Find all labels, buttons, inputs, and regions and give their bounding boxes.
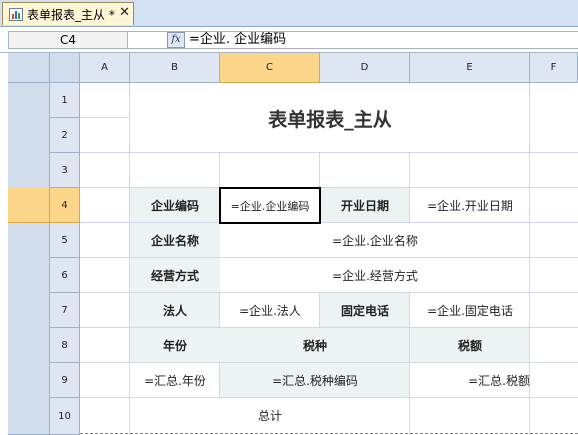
row-header-9[interactable]: 9 bbox=[50, 363, 80, 398]
bar-chart-icon bbox=[9, 7, 23, 21]
column-header-a[interactable]: A bbox=[80, 53, 130, 83]
column-header-e[interactable]: E bbox=[410, 53, 530, 83]
row-header-4[interactable]: 4 bbox=[50, 188, 80, 223]
value-year[interactable]: =汇总.年份 bbox=[130, 363, 220, 398]
row-header-1[interactable]: 1 bbox=[50, 83, 80, 118]
document-tab-title: 表单报表_主从 * bbox=[27, 7, 115, 22]
row-header-7[interactable]: 7 bbox=[50, 293, 80, 328]
selected-cell-outline bbox=[219, 187, 321, 224]
row-header-10[interactable]: 10 bbox=[50, 398, 80, 435]
row-header-2[interactable]: 2 bbox=[50, 118, 80, 153]
row-header-4-gutter bbox=[8, 188, 50, 223]
report-title[interactable]: 表单报表_主从 bbox=[130, 83, 530, 153]
label-year[interactable]: 年份 bbox=[130, 328, 220, 363]
column-header-f[interactable]: F bbox=[530, 53, 578, 83]
column-header-c[interactable]: C bbox=[220, 53, 320, 83]
formula-input[interactable]: =企业. 企业编码 bbox=[189, 32, 286, 48]
value-tax-code[interactable]: =汇总.税种编码 bbox=[220, 363, 410, 398]
close-icon[interactable]: ✕ bbox=[119, 5, 130, 21]
function-icon[interactable]: fx bbox=[167, 32, 185, 48]
value-phone[interactable]: =企业.固定电话 bbox=[410, 293, 530, 328]
page-break-line bbox=[80, 433, 578, 434]
spreadsheet-grid: A B C D E F 1 2 3 4 5 6 7 8 9 10 企业编码 开业… bbox=[8, 53, 578, 435]
row-header-gutter bbox=[8, 83, 50, 435]
label-company-code[interactable]: 企业编码 bbox=[130, 188, 220, 223]
select-all-corner[interactable] bbox=[8, 53, 50, 83]
value-tax-amount[interactable]: =汇总.税额 bbox=[410, 363, 530, 398]
label-company-name[interactable]: 企业名称 bbox=[130, 223, 220, 258]
document-tab-strip: 表单报表_主从 * ✕ bbox=[0, 0, 578, 27]
value-company-name[interactable]: =企业.企业名称 bbox=[220, 223, 530, 258]
column-header-d[interactable]: D bbox=[320, 53, 410, 83]
value-open-date[interactable]: =企业.开业日期 bbox=[410, 188, 530, 223]
header-gutter bbox=[50, 53, 80, 83]
value-legal-person[interactable]: =企业.法人 bbox=[220, 293, 320, 328]
label-open-date[interactable]: 开业日期 bbox=[320, 188, 410, 223]
formula-bar: C4 fx =企业. 企业编码 bbox=[0, 27, 578, 53]
label-legal-person[interactable]: 法人 bbox=[130, 293, 220, 328]
value-business-mode[interactable]: =企业.经营方式 bbox=[220, 258, 530, 293]
document-tab[interactable]: 表单报表_主从 * ✕ bbox=[2, 2, 134, 25]
cell-reference-box[interactable]: C4 bbox=[9, 32, 128, 48]
row-header-5[interactable]: 5 bbox=[50, 223, 80, 258]
row-header-6[interactable]: 6 bbox=[50, 258, 80, 293]
label-phone[interactable]: 固定电话 bbox=[320, 293, 410, 328]
column-header-b[interactable]: B bbox=[130, 53, 220, 83]
label-total[interactable]: 总计 bbox=[130, 398, 410, 433]
row-header-8[interactable]: 8 bbox=[50, 328, 80, 363]
label-tax-type[interactable]: 税种 bbox=[220, 328, 410, 363]
row-header-3[interactable]: 3 bbox=[50, 153, 80, 188]
label-business-mode[interactable]: 经营方式 bbox=[130, 258, 220, 293]
label-tax-amount[interactable]: 税额 bbox=[410, 328, 530, 363]
